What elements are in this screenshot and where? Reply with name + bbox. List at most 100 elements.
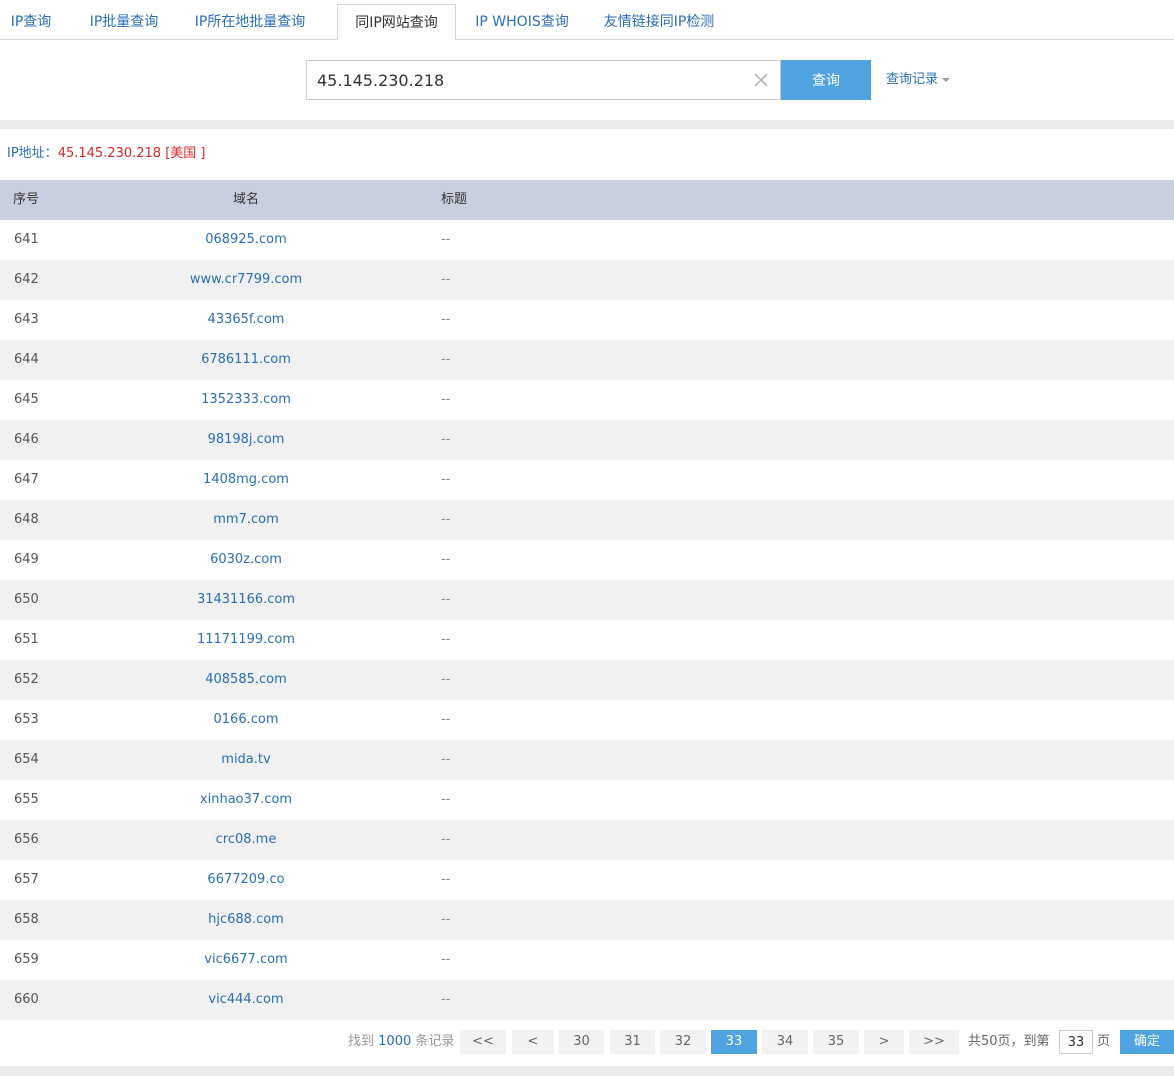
divider-band <box>0 120 1174 129</box>
table-row: 649 6030z.com -- <box>0 540 1174 580</box>
page-button-34[interactable]: 34 <box>762 1030 808 1054</box>
row-no: 655 <box>14 792 39 807</box>
table-header: 序号 域名 标题 <box>0 180 1174 220</box>
page-button-33[interactable]: 33 <box>711 1030 757 1054</box>
ip-address-value: 45.145.230.218 [美国 ] <box>57 146 206 161</box>
next-page-button[interactable]: > <box>864 1030 904 1054</box>
prev-page-button[interactable]: < <box>512 1030 554 1054</box>
tab-friend-link-check[interactable]: 友情链接同IP检测 <box>597 4 721 40</box>
domain-link[interactable]: 31431166.com <box>100 580 392 620</box>
domain-link[interactable]: mida.tv <box>100 740 392 780</box>
table-row: 656 crc08.me -- <box>0 820 1174 860</box>
table-row: 654 mida.tv -- <box>0 740 1174 780</box>
row-title: -- <box>441 832 451 847</box>
ip-address-info: IP地址：45.145.230.218 [美国 ] <box>7 144 205 164</box>
row-title: -- <box>441 672 451 687</box>
domain-link[interactable]: 068925.com <box>100 220 392 260</box>
row-title: -- <box>441 712 451 727</box>
table-row: 651 11171199.com -- <box>0 620 1174 660</box>
search-button[interactable]: 查询 <box>781 60 871 100</box>
total-pages-text: 共50页，到第 <box>968 1034 1050 1049</box>
record-count: 找到 1000 条记录 <box>348 1032 454 1052</box>
table-row: 653 0166.com -- <box>0 700 1174 740</box>
row-title: -- <box>441 952 451 967</box>
last-page-button[interactable]: >> <box>909 1030 959 1054</box>
table-row: 648 mm7.com -- <box>0 500 1174 540</box>
header-domain: 域名 <box>232 192 259 207</box>
found-suffix: 条记录 <box>415 1034 455 1049</box>
domain-link[interactable]: vic444.com <box>100 980 392 1020</box>
row-no: 652 <box>14 672 39 687</box>
table-row: 657 6677209.co -- <box>0 860 1174 900</box>
domain-link[interactable]: 43365f.com <box>100 300 392 340</box>
page-button-30[interactable]: 30 <box>559 1030 604 1054</box>
domain-link[interactable]: 408585.com <box>100 660 392 700</box>
domain-table: 序号 域名 标题 641 068925.com -- 642 www.cr7799.co… <box>0 180 1174 1020</box>
tab-bar: IP查询 IP批量查询 IP所在地批量查询 同IP网站查询 IP WHOIS查询… <box>0 0 1174 41</box>
domain-link[interactable]: 6677209.co <box>100 860 392 900</box>
domain-link[interactable]: mm7.com <box>100 500 392 540</box>
tab-ip-batch-query[interactable]: IP批量查询 <box>78 4 170 40</box>
row-no: 654 <box>14 752 39 767</box>
table-row: 645 1352333.com -- <box>0 380 1174 420</box>
confirm-goto-button[interactable]: 确定 <box>1120 1030 1174 1054</box>
search-box <box>306 60 781 100</box>
domain-link[interactable]: vic6677.com <box>100 940 392 980</box>
table-row: 655 xinhao37.com -- <box>0 780 1174 820</box>
row-no: 656 <box>14 832 39 847</box>
table-row: 646 98198j.com -- <box>0 420 1174 460</box>
row-title: -- <box>441 472 451 487</box>
row-title: -- <box>441 632 451 647</box>
tab-ip-query[interactable]: IP查询 <box>0 4 62 40</box>
pagination: 找到 1000 条记录 << < 30 31 32 33 34 35 > >> … <box>0 1020 1174 1066</box>
goto-page-input[interactable] <box>1059 1030 1093 1054</box>
search-area: 查询 查询记录 <box>0 40 1174 120</box>
row-no: 645 <box>14 392 39 407</box>
bottom-band <box>0 1066 1174 1076</box>
row-title: -- <box>441 432 451 447</box>
header-title: 标题 <box>441 192 468 207</box>
page-button-32[interactable]: 32 <box>660 1030 706 1054</box>
row-no: 644 <box>14 352 39 367</box>
table-row: 652 408585.com -- <box>0 660 1174 700</box>
found-count: 1000 <box>378 1034 412 1049</box>
tab-same-ip-sites[interactable]: 同IP网站查询 <box>337 4 456 41</box>
table-row: 660 vic444.com -- <box>0 980 1174 1020</box>
tab-ip-whois[interactable]: IP WHOIS查询 <box>467 4 577 40</box>
row-no: 657 <box>14 872 39 887</box>
domain-link[interactable]: 1408mg.com <box>100 460 392 500</box>
row-title: -- <box>441 512 451 527</box>
row-title: -- <box>441 272 451 287</box>
row-no: 660 <box>14 992 39 1007</box>
domain-link[interactable]: 1352333.com <box>100 380 392 420</box>
ip-search-input[interactable] <box>307 61 747 99</box>
domain-link[interactable]: 6786111.com <box>100 340 392 380</box>
domain-link[interactable]: www.cr7799.com <box>100 260 392 300</box>
table-row: 644 6786111.com -- <box>0 340 1174 380</box>
tab-ip-location-batch-query[interactable]: IP所在地批量查询 <box>184 4 316 40</box>
row-no: 651 <box>14 632 39 647</box>
page-suffix: 页 <box>1097 1034 1111 1049</box>
domain-link[interactable]: 0166.com <box>100 700 392 740</box>
row-title: -- <box>441 792 451 807</box>
page-button-31[interactable]: 31 <box>610 1030 655 1054</box>
row-no: 658 <box>14 912 39 927</box>
row-title: -- <box>441 752 451 767</box>
domain-link[interactable]: crc08.me <box>100 820 392 860</box>
caret-down-icon <box>942 77 951 82</box>
row-title: -- <box>441 992 451 1007</box>
row-title: -- <box>441 552 451 567</box>
first-page-button[interactable]: << <box>460 1030 506 1054</box>
domain-link[interactable]: 6030z.com <box>100 540 392 580</box>
row-no: 649 <box>14 552 39 567</box>
domain-link[interactable]: 11171199.com <box>100 620 392 660</box>
row-no: 650 <box>14 592 39 607</box>
row-no: 643 <box>14 312 39 327</box>
domain-link[interactable]: 98198j.com <box>100 420 392 460</box>
domain-link[interactable]: xinhao37.com <box>100 780 392 820</box>
query-history-dropdown[interactable]: 查询记录 <box>886 70 951 90</box>
close-icon[interactable] <box>752 71 770 89</box>
page-button-35[interactable]: 35 <box>813 1030 859 1054</box>
domain-link[interactable]: hjc688.com <box>100 900 392 940</box>
row-title: -- <box>441 872 451 887</box>
